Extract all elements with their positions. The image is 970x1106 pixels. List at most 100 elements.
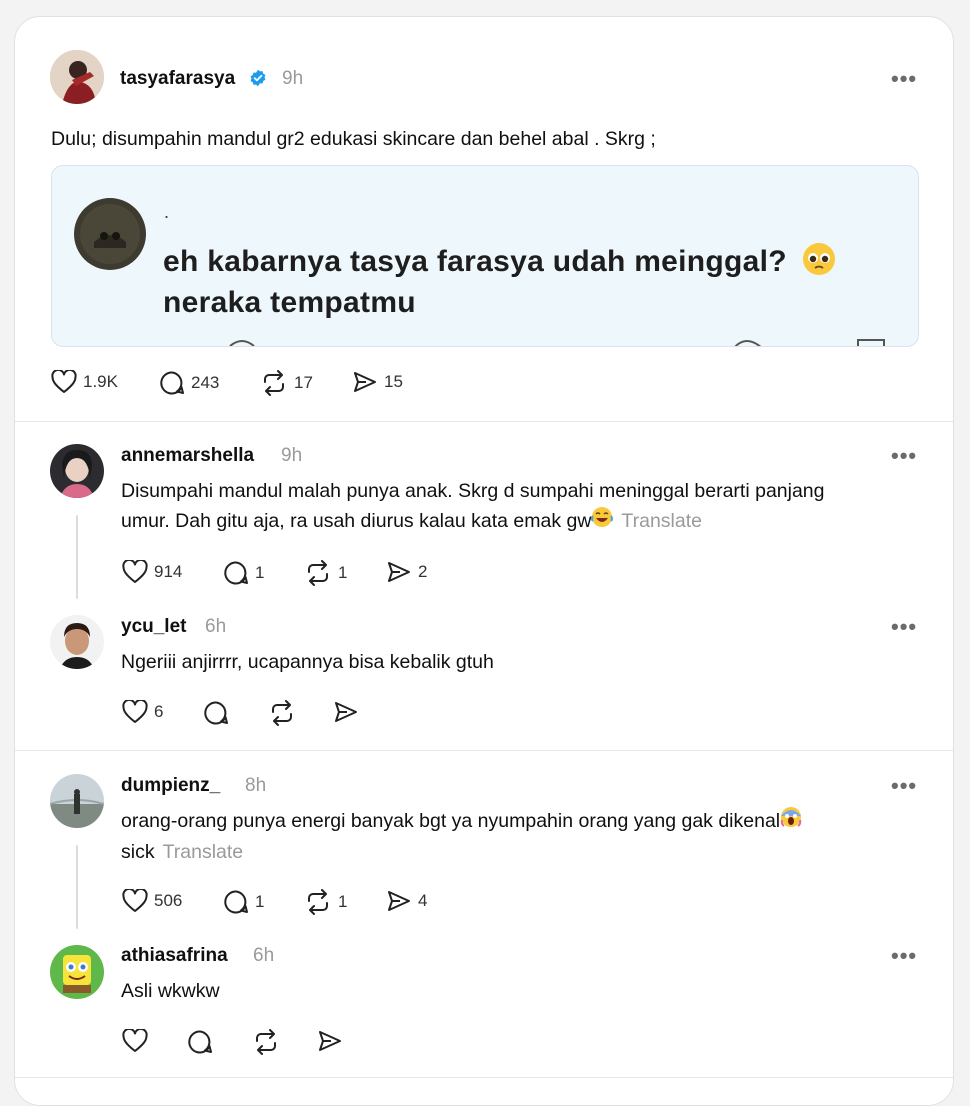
repost-icon — [272, 700, 292, 726]
more-options-icon[interactable]: ••• — [891, 775, 917, 797]
avatar[interactable] — [50, 774, 104, 828]
heart-icon — [122, 700, 148, 723]
repost-icon — [308, 560, 328, 586]
repost-button[interactable]: 1 — [304, 889, 347, 915]
like-count: 1.9K — [83, 372, 118, 391]
avatar[interactable] — [50, 50, 104, 104]
reply-count: 1 — [255, 892, 265, 911]
comment-icon — [204, 701, 228, 725]
post-time: 9h — [282, 68, 304, 89]
heart-icon — [122, 1029, 148, 1052]
comment-icon — [188, 1030, 212, 1054]
like-button[interactable]: 914 — [122, 560, 182, 584]
more-options-icon[interactable]: ••• — [891, 445, 917, 467]
more-options-icon[interactable]: ••• — [891, 68, 917, 90]
pleading-face-icon — [802, 242, 836, 284]
repost-icon — [256, 1029, 276, 1055]
send-icon — [335, 702, 357, 722]
comment-text: Asli wkwkw — [121, 980, 220, 1002]
repost-button[interactable] — [268, 700, 296, 726]
reply-button[interactable]: 1 — [223, 560, 264, 586]
share-button[interactable] — [317, 1029, 343, 1053]
repost-button[interactable] — [252, 1029, 280, 1055]
thread-card: tasyafarasya 9h ••• Dulu; disumpahin man… — [14, 16, 954, 1106]
like-button[interactable]: 1.9K — [51, 370, 118, 394]
comment-line-text: sick — [121, 841, 155, 864]
share-button[interactable] — [333, 700, 359, 724]
comment-text: Ngeriii anjirrrr, ucapannya bisa kebalik… — [121, 651, 494, 673]
comment-username[interactable]: athiasafrina — [121, 945, 228, 967]
comment-icon — [160, 371, 184, 395]
translate-link[interactable]: Translate — [621, 510, 702, 532]
reply-button[interactable] — [187, 1029, 213, 1055]
repost-button[interactable]: 17 — [260, 370, 313, 396]
send-icon — [388, 891, 410, 911]
comment-username[interactable]: dumpienz_ — [121, 775, 220, 797]
comment-text: Disumpahi mandul malah punya anak. Skrg … — [121, 476, 825, 537]
repost-count: 1 — [338, 892, 348, 911]
divider — [15, 421, 953, 422]
heart-icon — [122, 560, 148, 583]
share-button[interactable]: 2 — [386, 560, 427, 584]
thread-line — [76, 515, 78, 599]
repost-button[interactable]: 1 — [304, 560, 347, 586]
comment-icon — [224, 890, 248, 914]
send-icon — [354, 372, 376, 392]
verified-badge-icon — [249, 69, 267, 92]
quoted-line-2: neraka tempatmu — [163, 286, 416, 319]
comment-text: orang-orang punya energi banyak bgt ya n… — [121, 806, 802, 867]
quoted-dot: . — [164, 202, 170, 222]
like-button[interactable] — [122, 1029, 148, 1053]
reply-count: 1 — [255, 563, 265, 582]
repost-icon — [264, 370, 284, 396]
comment-line: Disumpahi mandul malah punya anak. Skrg … — [121, 480, 825, 502]
comment-username[interactable]: ycu_let — [121, 616, 186, 638]
like-count: 506 — [154, 891, 183, 910]
comment-icon — [224, 561, 248, 585]
post-username[interactable]: tasyafarasya — [120, 68, 235, 90]
more-options-icon[interactable]: ••• — [891, 945, 917, 967]
like-count: 914 — [154, 562, 183, 581]
comment-username[interactable]: annemarshella — [121, 445, 254, 467]
laughing-face-icon — [591, 506, 614, 537]
divider — [15, 1077, 953, 1078]
repost-count: 1 — [338, 563, 348, 582]
comment-line: orang-orang punya energi banyak bgt ya n… — [121, 806, 802, 837]
share-count: 4 — [418, 891, 428, 910]
quoted-image[interactable]: . eh kabarnya tasya farasya udah meingga… — [51, 165, 919, 347]
like-button[interactable]: 6 — [122, 700, 163, 724]
quote-partial-icons — [229, 339, 885, 346]
divider — [15, 750, 953, 751]
reply-button[interactable]: 1 — [223, 889, 264, 915]
comment-line: sick Translate — [121, 837, 802, 867]
share-button[interactable]: 15 — [352, 370, 403, 394]
reply-count: 243 — [191, 373, 220, 392]
comment-line-text: umur. Dah gitu aja, ra usah diurus kalau… — [121, 510, 592, 532]
share-count: 15 — [384, 372, 403, 391]
share-count: 2 — [418, 562, 428, 581]
reply-button[interactable]: 243 — [159, 370, 219, 396]
comment-time: 6h — [205, 616, 227, 637]
send-icon — [388, 562, 410, 582]
avatar[interactable] — [50, 615, 104, 669]
quoted-line-1-text: eh kabarnya tasya farasya udah meinggal? — [163, 244, 787, 278]
avatar[interactable] — [50, 945, 104, 999]
comment-time: 8h — [245, 775, 267, 796]
more-options-icon[interactable]: ••• — [891, 616, 917, 638]
quoted-avatar — [74, 198, 146, 270]
repost-count: 17 — [294, 373, 313, 392]
avatar[interactable] — [50, 444, 104, 498]
thread-line — [76, 845, 78, 929]
quoted-line-1: eh kabarnya tasya farasya udah meinggal? — [163, 242, 836, 284]
screaming-face-icon — [780, 806, 802, 837]
post-text: Dulu; disumpahin mandul gr2 edukasi skin… — [51, 128, 656, 150]
share-button[interactable]: 4 — [386, 889, 427, 913]
comment-time: 9h — [281, 445, 303, 466]
reply-button[interactable] — [203, 700, 229, 726]
heart-icon — [122, 889, 148, 912]
translate-link[interactable]: Translate — [163, 841, 244, 863]
like-count: 6 — [154, 702, 164, 721]
repost-icon — [308, 889, 328, 915]
like-button[interactable]: 506 — [122, 889, 182, 913]
comment-time: 6h — [253, 945, 275, 966]
